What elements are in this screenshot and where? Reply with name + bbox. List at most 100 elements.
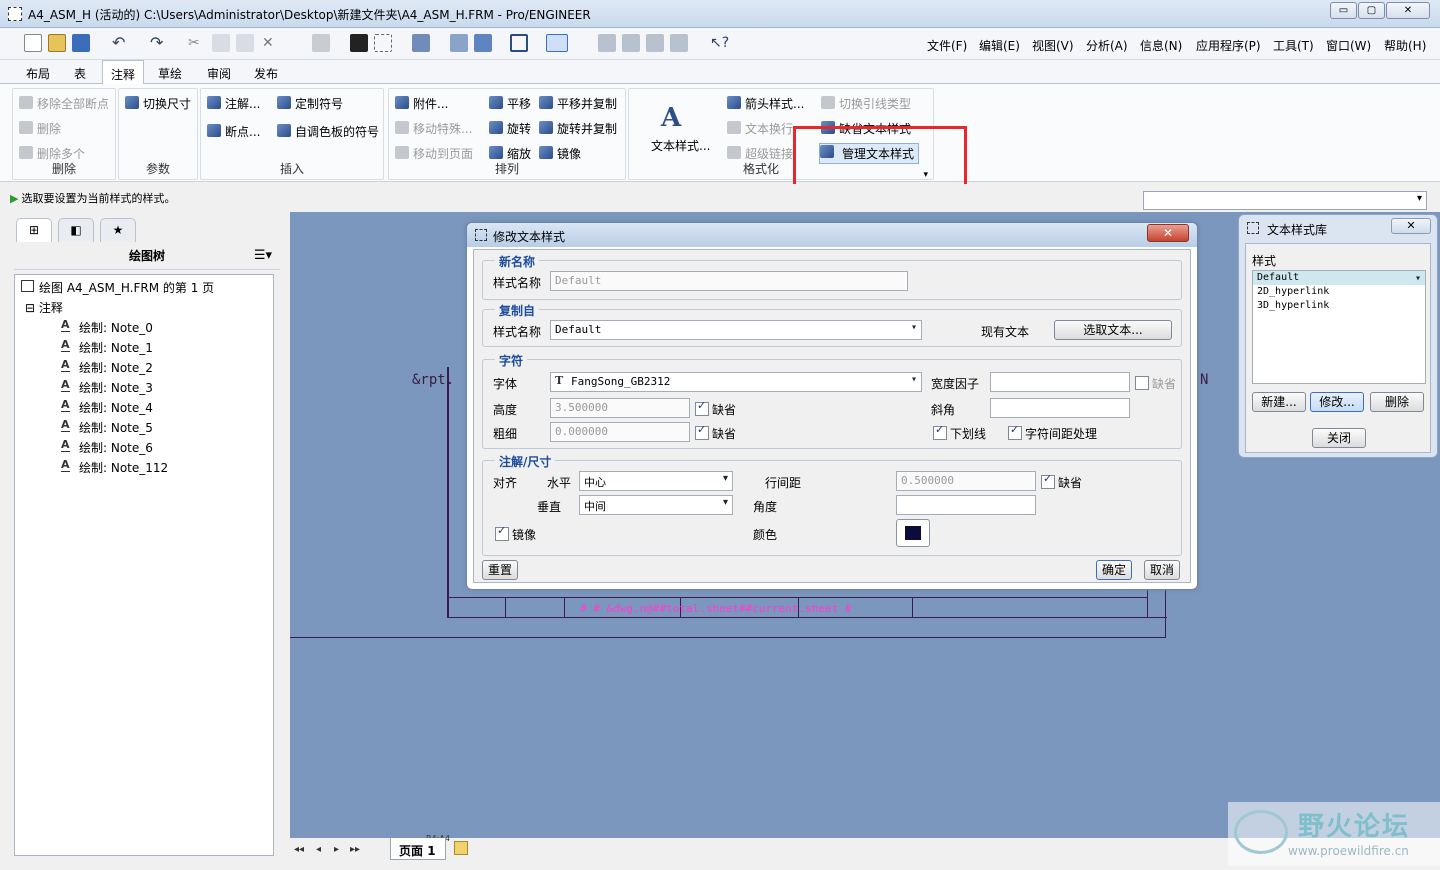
library-close-btn[interactable]: 关闭: [1312, 428, 1366, 448]
translate-copy-button[interactable]: 平移并复制: [539, 95, 617, 112]
menu-window[interactable]: 窗口(W): [1326, 37, 1371, 54]
menu-applications[interactable]: 应用程序(P): [1196, 37, 1261, 54]
list-item[interactable]: 2D_hyperlink: [1253, 285, 1425, 299]
dialog-close-button[interactable]: ✕: [1147, 224, 1189, 242]
thickness-input[interactable]: 0.000000: [550, 422, 690, 442]
find-icon[interactable]: [350, 34, 368, 52]
first-page-button[interactable]: ◂◂: [294, 844, 304, 855]
rotate-copy-button[interactable]: 旋转并复制: [539, 120, 617, 137]
menu-view[interactable]: 视图(V): [1032, 37, 1074, 54]
thickness-default-checkbox[interactable]: 缺省: [695, 423, 736, 442]
arrow-style-button[interactable]: 箭头样式...: [727, 95, 804, 112]
tree-note[interactable]: 绘制: Note_2: [61, 359, 153, 376]
underline-checkbox[interactable]: 下划线: [933, 423, 986, 442]
menu-file[interactable]: 文件(F): [927, 37, 967, 54]
tab-table[interactable]: 表: [74, 65, 86, 82]
height-default-checkbox[interactable]: 缺省: [695, 399, 736, 418]
cut-icon[interactable]: ✂: [188, 34, 206, 52]
width-default-checkbox[interactable]: 缺省: [1135, 375, 1176, 392]
paste-icon[interactable]: [236, 34, 254, 52]
redo-icon[interactable]: ↷: [150, 34, 168, 52]
next-page-button[interactable]: ▸: [334, 844, 339, 855]
tree-note[interactable]: 绘制: Note_6: [61, 439, 153, 456]
menu-edit[interactable]: 编辑(E): [979, 37, 1020, 54]
tree-note[interactable]: 绘制: Note_3: [61, 379, 153, 396]
tab-review[interactable]: 审阅: [207, 65, 231, 82]
tree-note[interactable]: 绘制: Note_4: [61, 399, 153, 416]
layers-tab-icon[interactable]: ◧: [58, 218, 94, 242]
minimize-button[interactable]: ▭: [1330, 2, 1357, 19]
close-button[interactable]: ✕: [1386, 2, 1430, 19]
refit-icon[interactable]: [474, 34, 492, 52]
tree-settings-icon[interactable]: ☰▾: [254, 244, 272, 268]
save-icon[interactable]: [72, 34, 90, 52]
width-factor-input[interactable]: [990, 372, 1130, 392]
last-page-button[interactable]: ▸▸: [350, 844, 360, 855]
copy-icon[interactable]: [212, 34, 230, 52]
horizontal-align-select[interactable]: 中心: [579, 471, 733, 491]
pick-text-button[interactable]: 选取文本...: [1054, 320, 1172, 340]
mirror-checkbox[interactable]: 镜像: [495, 524, 536, 543]
menu-analysis[interactable]: 分析(A): [1086, 37, 1128, 54]
favorites-tab-icon[interactable]: ★: [100, 218, 136, 242]
delete-button[interactable]: 删除: [19, 120, 61, 137]
undo-icon[interactable]: ↶: [112, 34, 130, 52]
context-help-icon[interactable]: ↖?: [710, 34, 729, 52]
tab-publish[interactable]: 发布: [254, 65, 278, 82]
kerning-checkbox[interactable]: 字符间距处理: [1008, 423, 1097, 442]
select-box-icon[interactable]: [374, 34, 392, 52]
translate-button[interactable]: 平移: [489, 95, 531, 112]
zoom-icon[interactable]: [510, 34, 528, 52]
breakpoint-button[interactable]: 断点...: [207, 123, 260, 140]
datum-axis-icon[interactable]: [622, 34, 640, 52]
tab-sketch[interactable]: 草绘: [158, 65, 182, 82]
tree-root[interactable]: 绘图 A4_ASM_H.FRM 的第 1 页: [21, 279, 214, 296]
tree-note[interactable]: 绘制: Note_1: [61, 339, 153, 356]
menu-tools[interactable]: 工具(T): [1273, 37, 1314, 54]
slant-input[interactable]: [990, 398, 1130, 418]
regenerate-icon[interactable]: [312, 34, 330, 52]
tab-layout[interactable]: 布局: [26, 65, 50, 82]
vertical-align-select[interactable]: 中间: [579, 495, 733, 515]
style-list[interactable]: Default 2D_hyperlink 3D_hyperlink: [1252, 270, 1426, 384]
palette-symbol-button[interactable]: 自调色板的符号: [277, 123, 379, 140]
tree-group-annotations[interactable]: ⊟ 注释: [25, 299, 63, 316]
height-input[interactable]: 3.500000: [550, 398, 690, 418]
delete-style-button[interactable]: 删除: [1370, 392, 1424, 412]
repaint-icon[interactable]: [450, 34, 468, 52]
menu-help[interactable]: 帮助(H): [1384, 37, 1426, 54]
custom-symbol-button[interactable]: 定制符号: [277, 95, 343, 112]
tree-note[interactable]: 绘制: Note_0: [61, 319, 153, 336]
copy-style-name-select[interactable]: Default: [550, 320, 922, 340]
color-swatch-button[interactable]: [896, 519, 930, 547]
spacing-default-checkbox[interactable]: 缺省: [1041, 472, 1082, 491]
new-style-name-input[interactable]: Default: [550, 271, 908, 291]
text-wrap-button[interactable]: 文本换行: [727, 120, 793, 137]
note-button[interactable]: 注解...: [207, 95, 260, 112]
page-tab[interactable]: 页面 1: [390, 838, 446, 860]
new-page-icon[interactable]: [454, 841, 468, 855]
cancel-button[interactable]: 取消: [1144, 560, 1180, 580]
model-tree-tab-icon[interactable]: ⊞: [16, 218, 52, 242]
list-item[interactable]: Default: [1253, 271, 1425, 285]
new-file-icon[interactable]: [24, 34, 42, 52]
tab-annotate[interactable]: 注释: [102, 60, 145, 85]
toggle-leader-type-button[interactable]: 切换引线类型: [821, 95, 911, 112]
sheet-icon[interactable]: [412, 34, 430, 52]
tree-note[interactable]: 绘制: Note_112: [61, 459, 168, 476]
tree-note[interactable]: 绘制: Note_5: [61, 419, 153, 436]
library-close-button[interactable]: ✕: [1391, 218, 1431, 234]
maximize-button[interactable]: ▢: [1358, 2, 1385, 19]
format-overflow-icon[interactable]: ▾: [923, 170, 928, 180]
modify-style-button[interactable]: 修改...: [1310, 392, 1364, 412]
angle-input[interactable]: [896, 495, 1036, 515]
datum-plane-icon[interactable]: [598, 34, 616, 52]
datum-point-icon[interactable]: [646, 34, 664, 52]
rotate-button[interactable]: 旋转: [489, 120, 531, 137]
display-style-icon[interactable]: [546, 34, 568, 52]
delete-icon[interactable]: ✕: [262, 34, 280, 52]
font-select[interactable]: T FangSong_GB2312: [550, 372, 922, 392]
remove-all-breaks-button[interactable]: 移除全部断点: [19, 95, 109, 112]
menu-info[interactable]: 信息(N): [1140, 37, 1182, 54]
text-style-big-button[interactable]: 文本样式...: [651, 137, 710, 154]
